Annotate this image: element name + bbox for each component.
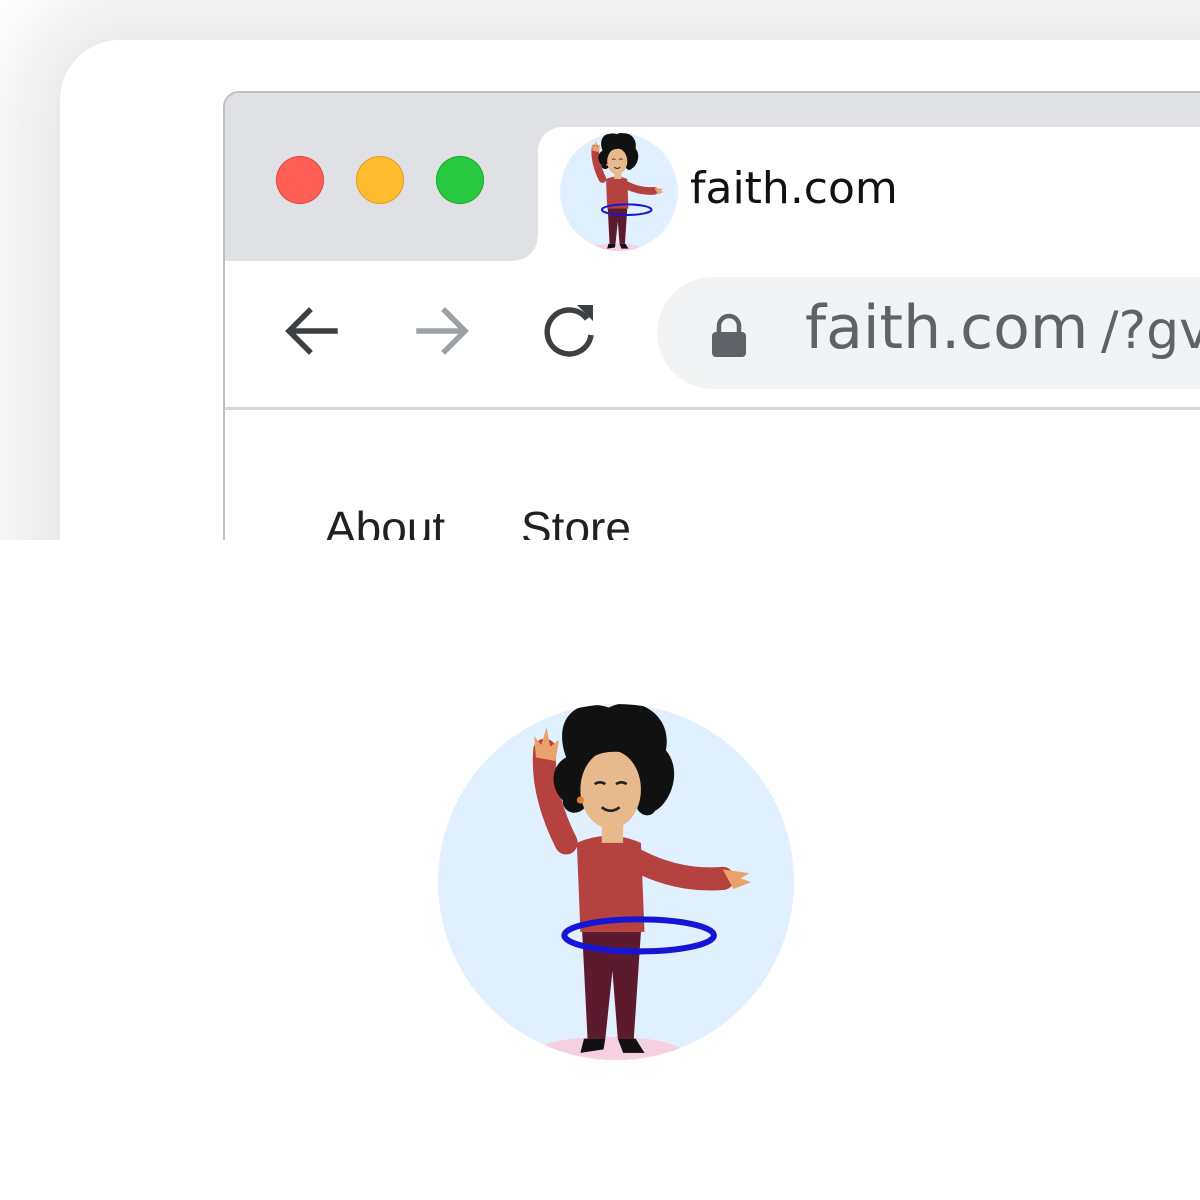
address-bar[interactable]: faith.com /?gv xyxy=(657,277,1200,389)
tab-title: faith.com xyxy=(690,163,898,214)
zoom-window-button[interactable] xyxy=(436,156,484,204)
browser-toolbar: faith.com /?gv xyxy=(225,261,1200,410)
hula-hoop-woman-avatar-icon xyxy=(438,704,794,1060)
nav-link-store[interactable]: Store xyxy=(521,501,631,540)
url-host: faith.com xyxy=(805,293,1089,363)
screenshot-canvas: faith.com faith.com /?gv About Store xyxy=(0,0,1200,1200)
arrow-right-icon[interactable] xyxy=(409,299,473,363)
browser-window: faith.com faith.com /?gv About Store xyxy=(223,91,1200,540)
lock-icon xyxy=(712,313,746,357)
minimize-window-button[interactable] xyxy=(356,156,404,204)
hula-hoop-woman-avatar-icon xyxy=(560,133,678,251)
nav-link-about[interactable]: About xyxy=(325,501,445,540)
url-path: /?gv xyxy=(1101,301,1200,361)
tab-strip: faith.com xyxy=(225,93,1200,267)
tab-faith[interactable]: faith.com xyxy=(514,127,1200,267)
arrow-left-icon[interactable] xyxy=(281,299,345,363)
close-window-button[interactable] xyxy=(276,156,324,204)
browser-crop-region: faith.com faith.com /?gv About Store xyxy=(0,0,1200,540)
reload-icon[interactable] xyxy=(537,299,601,363)
